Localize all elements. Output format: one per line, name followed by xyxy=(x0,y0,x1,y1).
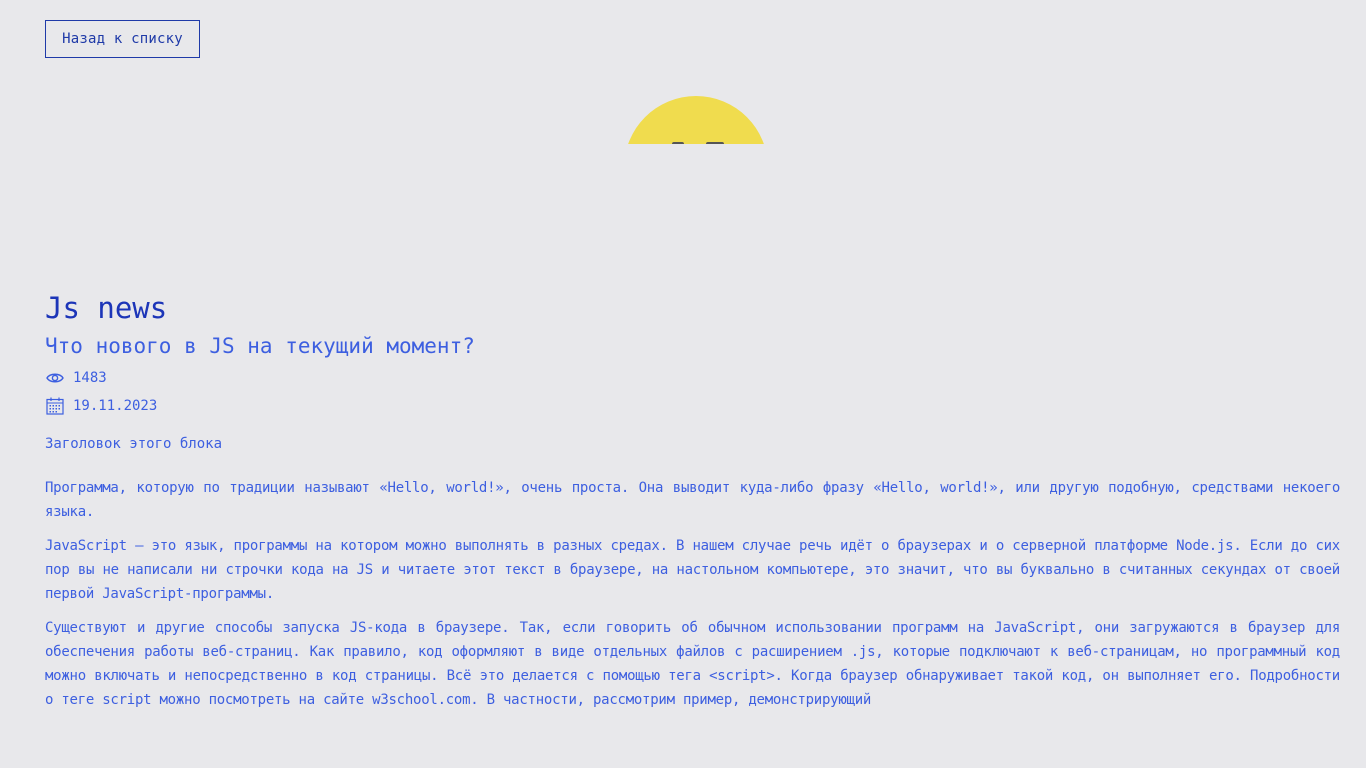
calendar-icon xyxy=(45,396,65,416)
page: Назад к списку Js news Что нового в JS н… xyxy=(0,0,1366,768)
block-heading: Заголовок этого блока xyxy=(45,436,223,452)
article-paragraph: JavaScript — это язык, программы на кото… xyxy=(45,538,1340,602)
article-body: Программа, которую по традиции называют … xyxy=(45,476,1340,722)
date-value: 19.11.2023 xyxy=(73,398,158,414)
js-news-logo-icon xyxy=(624,96,768,144)
views-count: 1483 xyxy=(73,370,107,386)
hero-right-eye xyxy=(706,142,724,144)
hero-left-eye xyxy=(672,142,684,144)
hero-image xyxy=(620,92,772,144)
views-counter: 1483 xyxy=(45,368,107,388)
eye-icon xyxy=(45,368,65,388)
article-subtitle: Что нового в JS на текущий момент? xyxy=(45,334,475,358)
article-paragraph: Существуют и другие способы запуска JS-к… xyxy=(45,620,1340,708)
page-title: Js news xyxy=(45,291,168,325)
publish-date: 19.11.2023 xyxy=(45,396,157,416)
article-paragraph: Программа, которую по традиции называют … xyxy=(45,480,1340,520)
back-to-list-button[interactable]: Назад к списку xyxy=(45,20,200,58)
